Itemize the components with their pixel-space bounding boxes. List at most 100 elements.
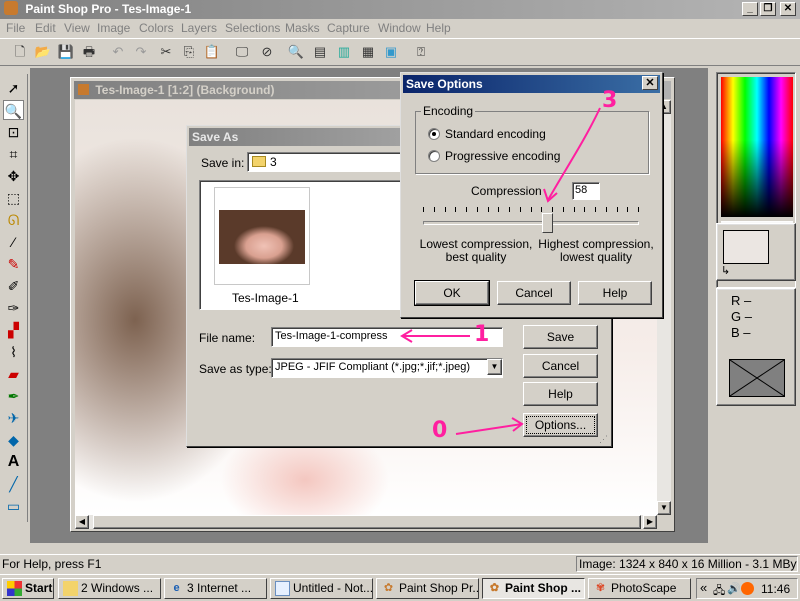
toggle-toolbar-icon[interactable]: ⊘ bbox=[257, 42, 277, 62]
undo-icon[interactable]: ↶ bbox=[108, 42, 128, 62]
new-file-icon[interactable]: 🗋 bbox=[10, 42, 30, 62]
print-icon[interactable]: 🖶 bbox=[79, 42, 99, 62]
scroll-left-arrow-icon[interactable]: ◀ bbox=[75, 515, 89, 529]
options-help-button[interactable]: Help bbox=[578, 281, 652, 305]
selection-tool-icon[interactable]: ⬚ bbox=[3, 188, 24, 208]
clone-brush-icon[interactable]: ✐ bbox=[3, 276, 24, 296]
zoom-tool-icon[interactable]: 🔍 bbox=[3, 100, 24, 120]
menu-layers[interactable]: Layers bbox=[181, 21, 217, 35]
lasso-tool-icon[interactable]: ᘏ bbox=[3, 210, 24, 230]
task-internet-label: 3 Internet ... bbox=[187, 581, 252, 595]
shape-tool-icon[interactable]: ▭ bbox=[3, 496, 24, 516]
dropdown-arrow-icon[interactable]: ▼ bbox=[487, 359, 502, 375]
scroll-right-arrow-icon[interactable]: ▶ bbox=[643, 515, 657, 529]
file-list[interactable]: Tes-Image-1 bbox=[199, 180, 403, 310]
task-paintshop-1[interactable]: ✿ Paint Shop Pr... bbox=[376, 578, 479, 599]
dropper-tool-icon[interactable]: ⁄ bbox=[3, 232, 24, 252]
menu-window[interactable]: Window bbox=[378, 21, 421, 35]
crop-tool-icon[interactable]: ⌗ bbox=[3, 144, 24, 164]
mover-tool-icon[interactable]: ✥ bbox=[3, 166, 24, 186]
full-screen-icon[interactable]: 🖵 bbox=[232, 42, 252, 62]
eraser-tool-icon[interactable]: ▰ bbox=[3, 364, 24, 384]
menu-image[interactable]: Image bbox=[97, 21, 130, 35]
color-replacer-icon[interactable]: ✑ bbox=[3, 298, 24, 318]
line-tool-icon[interactable]: ╱ bbox=[3, 474, 24, 494]
flood-fill-icon[interactable]: ◆ bbox=[3, 430, 24, 450]
copy-icon[interactable]: ⎘ bbox=[179, 42, 199, 62]
save-button[interactable]: Save bbox=[523, 325, 598, 349]
menu-masks[interactable]: Masks bbox=[285, 21, 320, 35]
foreground-swatch[interactable] bbox=[723, 230, 769, 264]
paste-icon[interactable]: 📋 bbox=[202, 42, 222, 62]
histogram-icon[interactable]: ▦ bbox=[358, 42, 378, 62]
ok-button[interactable]: OK bbox=[414, 280, 490, 306]
file-name-input[interactable]: Tes-Image-1-compress bbox=[271, 327, 503, 347]
context-help-icon[interactable]: ⍰ bbox=[411, 42, 431, 62]
compression-slider-thumb[interactable] bbox=[542, 213, 553, 233]
airbrush-tool-icon[interactable]: ✈ bbox=[3, 408, 24, 428]
task-windows[interactable]: 2 Windows ... bbox=[58, 578, 161, 599]
menu-file[interactable]: File bbox=[6, 21, 25, 35]
scroll-down-arrow-icon[interactable]: ▼ bbox=[657, 501, 671, 515]
status-image-info: Image: 1324 x 840 x 16 Million - 3.1 MBy… bbox=[576, 556, 798, 572]
restore-button[interactable]: ❐ bbox=[760, 2, 776, 16]
close-icon[interactable]: ✕ bbox=[642, 76, 658, 90]
network-icon[interactable]: 🖧 bbox=[713, 582, 725, 601]
menu-edit[interactable]: Edit bbox=[35, 21, 56, 35]
task-notepad[interactable]: Untitled - Not... bbox=[270, 578, 373, 599]
tray-expand-icon[interactable]: « bbox=[700, 580, 707, 595]
swap-colors-icon[interactable]: ↳ bbox=[721, 264, 730, 277]
horizontal-scrollbar[interactable]: ◀ ▶ bbox=[75, 515, 657, 529]
save-in-dropdown[interactable]: 3 bbox=[247, 152, 407, 172]
options-cancel-button[interactable]: Cancel bbox=[497, 281, 571, 305]
deformation-tool-icon[interactable]: ⊡ bbox=[3, 122, 24, 142]
standard-encoding-radio[interactable] bbox=[428, 128, 440, 140]
zoom-icon[interactable]: 🔍 bbox=[286, 42, 306, 62]
layer-palette-icon[interactable]: ▣ bbox=[381, 42, 401, 62]
slider-tick bbox=[627, 207, 628, 212]
task-photoscape[interactable]: ✾ PhotoScape bbox=[588, 578, 691, 599]
task-internet[interactable]: e 3 Internet ... bbox=[164, 578, 267, 599]
menu-colors[interactable]: Colors bbox=[139, 21, 174, 35]
text-tool-icon[interactable]: A bbox=[3, 452, 24, 472]
cut-icon[interactable]: ✂ bbox=[156, 42, 176, 62]
antivirus-icon[interactable] bbox=[741, 582, 754, 595]
menu-view[interactable]: View bbox=[64, 21, 90, 35]
minimize-button[interactable]: _ bbox=[742, 2, 758, 16]
low-compression-label-1: Lowest compression, bbox=[419, 237, 533, 251]
compression-value: 58 bbox=[575, 184, 588, 196]
compression-input[interactable]: 58 bbox=[572, 182, 600, 200]
options-button[interactable]: Options... bbox=[523, 413, 598, 437]
redo-icon[interactable]: ↷ bbox=[131, 42, 151, 62]
scratch-remover-icon[interactable]: ⌇ bbox=[3, 342, 24, 362]
volume-icon[interactable]: 🔊 bbox=[727, 582, 741, 595]
slider-tick bbox=[509, 207, 510, 212]
thumbnail-frame[interactable] bbox=[214, 187, 310, 285]
save-icon[interactable]: 💾 bbox=[56, 42, 76, 62]
save-type-dropdown[interactable]: JPEG - JFIF Compliant (*.jpg;*.jif;*.jpe… bbox=[271, 358, 503, 378]
progressive-encoding-radio[interactable] bbox=[428, 150, 440, 162]
overview-icon[interactable]: ▤ bbox=[310, 42, 330, 62]
scroll-thumb[interactable] bbox=[93, 515, 641, 529]
cancel-button[interactable]: Cancel bbox=[523, 354, 598, 378]
resize-grip-icon[interactable]: ⋰ bbox=[599, 434, 609, 444]
compression-slider-track[interactable] bbox=[423, 221, 639, 225]
task-paintshop-2-active[interactable]: ✿ Paint Shop ... bbox=[482, 578, 585, 599]
retouch-tool-icon[interactable]: ▞ bbox=[3, 320, 24, 340]
menu-help[interactable]: Help bbox=[426, 21, 451, 35]
fg-bg-swatches: ↳ bbox=[716, 223, 796, 281]
menu-selections[interactable]: Selections bbox=[225, 21, 280, 35]
start-button[interactable]: Start bbox=[2, 578, 54, 599]
picture-tube-icon[interactable]: ✒ bbox=[3, 386, 24, 406]
save-in-value: 3 bbox=[270, 155, 277, 169]
arrow-tool-icon[interactable]: ➚ bbox=[3, 78, 24, 98]
progressive-encoding-label: Progressive encoding bbox=[445, 149, 561, 163]
menu-capture[interactable]: Capture bbox=[327, 21, 370, 35]
help-button[interactable]: Help bbox=[523, 382, 598, 406]
image-window-icon bbox=[78, 84, 89, 95]
paintbrush-tool-icon[interactable]: ✎ bbox=[3, 254, 24, 274]
color-spectrum[interactable] bbox=[721, 77, 793, 217]
close-button[interactable]: ✕ bbox=[780, 2, 796, 16]
open-folder-icon[interactable]: 📂 bbox=[33, 42, 53, 62]
color-palette-icon[interactable]: ▥ bbox=[334, 42, 354, 62]
